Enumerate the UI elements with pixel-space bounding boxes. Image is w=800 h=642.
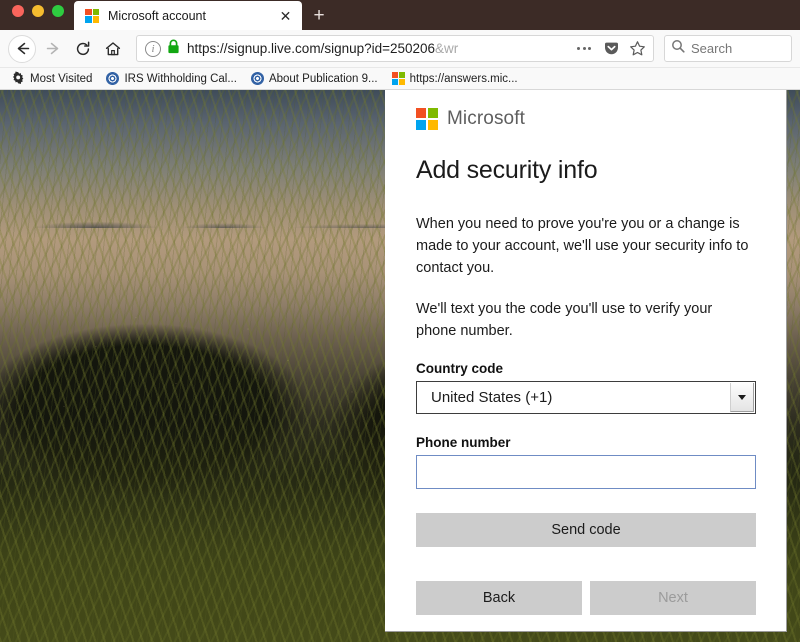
- microsoft-logo-icon: [85, 8, 99, 23]
- reload-icon[interactable]: [68, 34, 98, 64]
- brand-name: Microsoft: [447, 108, 525, 129]
- tab-microsoft-account[interactable]: Microsoft account ✕: [74, 1, 302, 30]
- url-text: https://signup.live.com/signup?id=250206…: [187, 41, 459, 56]
- brand-row: Microsoft: [416, 108, 756, 130]
- country-code-label: Country code: [416, 361, 504, 376]
- forward-arrow-icon: [38, 34, 68, 64]
- tab-strip: Microsoft account ✕ +: [74, 0, 336, 30]
- ellipsis-icon[interactable]: [571, 47, 597, 50]
- close-icon[interactable]: ✕: [277, 7, 294, 24]
- microsoft-logo-icon: [391, 72, 405, 85]
- gear-icon: [12, 71, 25, 87]
- send-code-button[interactable]: Send code: [416, 513, 756, 547]
- zoom-window-button[interactable]: [52, 5, 64, 17]
- star-icon[interactable]: [625, 37, 649, 61]
- irs-seal-icon: [250, 72, 264, 85]
- address-bar-actions: [571, 37, 649, 61]
- irs-seal-icon: [106, 72, 120, 85]
- bookmark-label: IRS Withholding Cal...: [124, 72, 237, 85]
- pocket-icon[interactable]: [599, 37, 623, 61]
- page-viewport: Microsoft Add security info When you nee…: [0, 90, 800, 642]
- search-input[interactable]: Search: [664, 35, 792, 62]
- bookmark-label: Most Visited: [30, 72, 93, 85]
- navigation-button-row: Back Next: [416, 581, 756, 615]
- tab-title: Microsoft account: [108, 8, 206, 23]
- home-icon[interactable]: [98, 34, 128, 64]
- next-button: Next: [590, 581, 756, 615]
- search-icon: [671, 39, 685, 58]
- phone-number-label: Phone number: [416, 435, 511, 450]
- minimize-window-button[interactable]: [32, 5, 44, 17]
- page-title: Add security info: [416, 156, 598, 184]
- microsoft-logo-icon: [416, 108, 438, 130]
- close-window-button[interactable]: [12, 5, 24, 17]
- padlock-secure-icon[interactable]: [167, 39, 180, 59]
- bookmark-most-visited[interactable]: Most Visited: [6, 69, 98, 89]
- country-code-select[interactable]: United States (+1): [416, 381, 756, 414]
- bookmark-label: About Publication 9...: [268, 72, 378, 85]
- address-bar[interactable]: i https://signup.live.com/signup?id=2502…: [136, 35, 654, 62]
- phone-number-input[interactable]: [416, 455, 756, 489]
- back-arrow-icon[interactable]: [8, 34, 36, 63]
- browser-toolbar: i https://signup.live.com/signup?id=2502…: [0, 30, 800, 68]
- chevron-down-icon[interactable]: [730, 383, 754, 412]
- bookmark-about-publication[interactable]: About Publication 9...: [245, 69, 384, 89]
- browser-titlebar: Microsoft account ✕ +: [0, 0, 800, 30]
- search-placeholder: Search: [691, 41, 733, 56]
- description-paragraph-1: When you need to prove you're you or a c…: [416, 216, 749, 276]
- bookmark-label: https://answers.mic...: [409, 72, 518, 85]
- back-button[interactable]: Back: [416, 581, 582, 615]
- window-controls: [0, 0, 74, 30]
- country-code-value: United States (+1): [431, 389, 553, 406]
- description-paragraph-2: We'll text you the code you'll use to ve…: [416, 301, 713, 339]
- signup-panel: Microsoft Add security info When you nee…: [385, 90, 787, 632]
- bookmarks-bar: Most Visited IRS Withholding Cal... Abou…: [0, 68, 800, 90]
- page-info-icon[interactable]: i: [145, 40, 161, 57]
- new-tab-button[interactable]: +: [302, 1, 336, 30]
- bookmark-irs-withholding[interactable]: IRS Withholding Cal...: [100, 69, 243, 89]
- bookmark-answers-microsoft[interactable]: https://answers.mic...: [386, 69, 524, 89]
